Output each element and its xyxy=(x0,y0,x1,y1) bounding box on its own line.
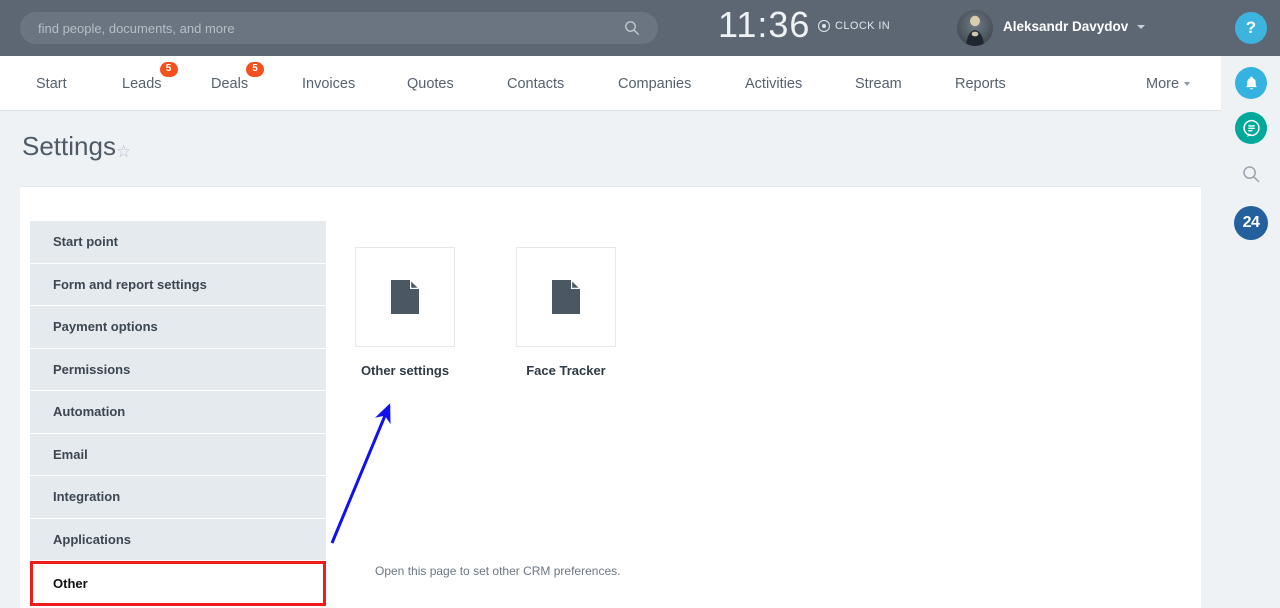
menu-item-label: Other xyxy=(53,576,88,591)
chat-button[interactable] xyxy=(1235,112,1267,144)
question-mark-icon: ? xyxy=(1245,18,1257,37)
star-outline-icon[interactable]: ☆ xyxy=(116,142,131,162)
nav-item-activities[interactable]: Activities xyxy=(745,56,802,111)
menu-item-label: Email xyxy=(53,446,88,462)
sidebar-item-automation[interactable]: Automation xyxy=(30,391,326,434)
document-icon xyxy=(552,280,580,314)
bell-icon xyxy=(1245,76,1257,89)
menu-item-label: Payment options xyxy=(53,319,158,335)
nav-item-deals[interactable]: Deals 5 xyxy=(211,56,265,111)
clock-in-button[interactable]: CLOCK IN xyxy=(818,20,890,32)
clock-time: 11:36 xyxy=(718,4,811,45)
clock-in-icon xyxy=(818,20,830,32)
tile-face-tracker[interactable]: Face Tracker xyxy=(516,247,616,378)
nav-item-more[interactable]: More xyxy=(1146,56,1191,111)
search-icon[interactable] xyxy=(624,20,640,36)
nav-item-quotes[interactable]: Quotes xyxy=(407,56,454,111)
help-button[interactable]: ? xyxy=(1235,12,1267,44)
clock-in-label: CLOCK IN xyxy=(835,20,891,32)
leads-badge: 5 xyxy=(159,61,178,77)
notifications-button[interactable] xyxy=(1235,67,1267,99)
search-icon xyxy=(1242,165,1260,183)
menu-item-label: Permissions xyxy=(53,361,131,377)
menu-item-label: Integration xyxy=(53,489,121,505)
nav-item-invoices[interactable]: Invoices xyxy=(302,56,355,111)
sidebar-item-applications[interactable]: Applications xyxy=(30,518,326,561)
nav-item-leads[interactable]: Leads 5 xyxy=(122,56,178,111)
tile-caption: Open this page to set other CRM preferen… xyxy=(375,564,621,578)
page-header: Settings ☆ xyxy=(0,111,1221,186)
task-count-label: 24 xyxy=(1242,214,1260,231)
menu-item-label: Form and report settings xyxy=(53,276,207,292)
search-input[interactable] xyxy=(20,13,600,43)
menu-item-label: Start point xyxy=(53,234,118,250)
right-rail: ? 24 xyxy=(1221,0,1280,608)
sidebar-item-email[interactable]: Email xyxy=(30,433,326,476)
user-name[interactable]: Aleksandr Davydov xyxy=(1003,19,1128,34)
chevron-down-icon xyxy=(1184,81,1191,86)
nav-item-contacts[interactable]: Contacts xyxy=(507,56,564,111)
chat-bubble-icon xyxy=(1242,119,1260,137)
tile-other-settings[interactable]: Other settings xyxy=(355,247,455,378)
sidebar-item-form-and-report-settings[interactable]: Form and report settings xyxy=(30,263,326,306)
tile-label: Other settings xyxy=(360,363,450,378)
task-count-badge[interactable]: 24 xyxy=(1234,206,1268,240)
tile-icon-box xyxy=(355,247,455,347)
nav-item-reports[interactable]: Reports xyxy=(955,56,1006,111)
nav-item-stream[interactable]: Stream xyxy=(855,56,902,111)
chevron-down-icon[interactable] xyxy=(1137,25,1145,29)
main-navigation: Start Leads 5 Deals 5 Invoices Quotes Co… xyxy=(0,56,1221,111)
nav-item-companies[interactable]: Companies xyxy=(618,56,691,111)
top-bar: 11:36 CLOCK IN Aleksandr Davydov xyxy=(0,0,1221,56)
rail-search-button[interactable] xyxy=(1235,158,1267,190)
sidebar-item-start-point[interactable]: Start point xyxy=(30,221,326,264)
sidebar-item-permissions[interactable]: Permissions xyxy=(30,348,326,391)
global-search[interactable] xyxy=(20,12,658,44)
settings-tile-grid: Other settings Face Tracker xyxy=(355,247,616,378)
nav-item-label: Deals xyxy=(211,75,249,92)
deals-badge: 5 xyxy=(246,61,265,77)
page-title: Settings xyxy=(22,131,116,161)
settings-menu: Start point Form and report settings Pay… xyxy=(30,221,326,606)
menu-item-label: Applications xyxy=(53,531,132,547)
tile-icon-box xyxy=(516,247,616,347)
sidebar-item-payment-options[interactable]: Payment options xyxy=(30,306,326,349)
content-panel: Start point Form and report settings Pay… xyxy=(20,186,1201,608)
menu-item-label: Automation xyxy=(53,404,126,420)
tile-label: Face Tracker xyxy=(526,363,606,378)
document-icon xyxy=(391,280,419,314)
sidebar-item-other[interactable]: Other xyxy=(30,561,326,606)
sidebar-item-integration[interactable]: Integration xyxy=(30,476,326,519)
nav-item-label: Leads xyxy=(122,75,162,92)
avatar[interactable] xyxy=(957,10,993,46)
nav-item-start[interactable]: Start xyxy=(36,56,67,111)
